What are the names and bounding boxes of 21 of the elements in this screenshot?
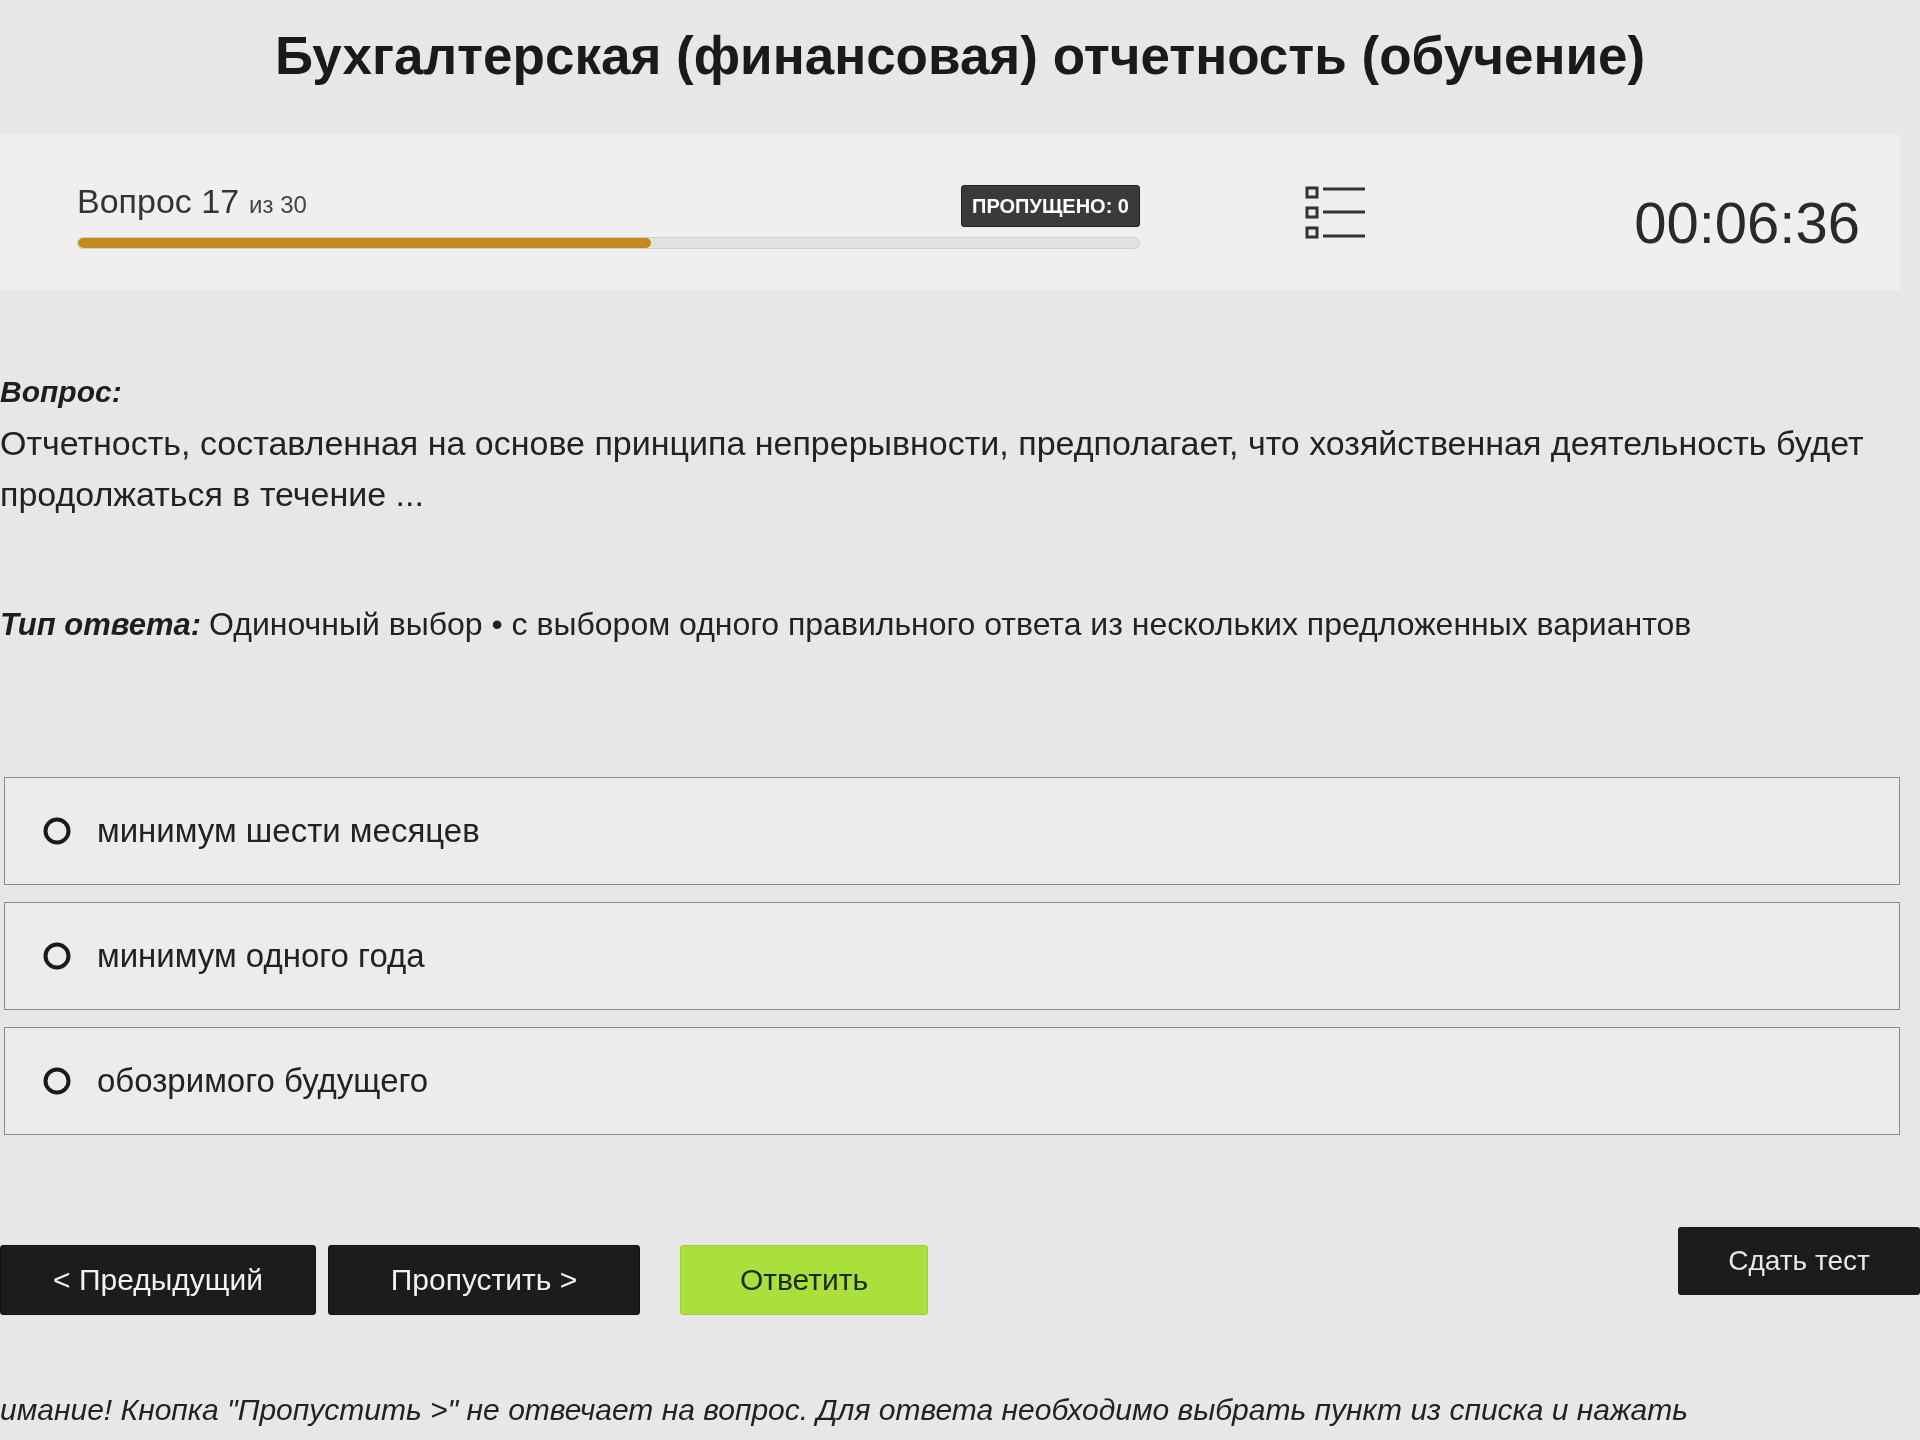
radio-icon[interactable] [43,1066,71,1095]
list-icon[interactable] [1305,184,1367,241]
skipped-count: ПРОПУЩЕНО: 0 [961,185,1140,227]
radio-icon[interactable] [43,941,71,970]
nav-button[interactable]: Пропустить > [328,1244,640,1315]
question-heading: Вопрос: [0,374,122,410]
answer-option[interactable]: минимум шести месяцев [4,776,1900,885]
submit-test-button[interactable]: Сдать тест [1678,1226,1920,1295]
answer-button[interactable]: Ответить [680,1244,928,1315]
answer-type-text: Одиночный выбор • с выбором одного правильного ответа из нескольких предложенных вариантов [209,605,1692,644]
question-counter: Вопрос 17 [77,181,240,222]
answer-option[interactable]: минимум одного года [4,901,1900,1010]
radio-icon[interactable] [43,816,71,845]
notice-text: имание! Кнопка "Пропустить >" не отвечает на вопрос. Для ответа необходимо выбрать пункт из списка и нажать [0,1392,1690,1428]
question-total: из 30 [249,190,307,220]
timer: 00:06:36 [1634,189,1860,257]
answer-option[interactable]: обозримого будущего [4,1026,1900,1135]
page-title: Бухгалтерская (финансовая) отчетность (обучение) [274,25,1646,87]
nav-button[interactable]: < Предыдущий [0,1244,316,1315]
answer-type-label: Тип ответа: [0,606,202,644]
question-text: Отчетность, составленная на основе принципа непрерывности, предполагает, что хозяйственная деятельность будет продолжаться в течение ... [0,423,1865,515]
